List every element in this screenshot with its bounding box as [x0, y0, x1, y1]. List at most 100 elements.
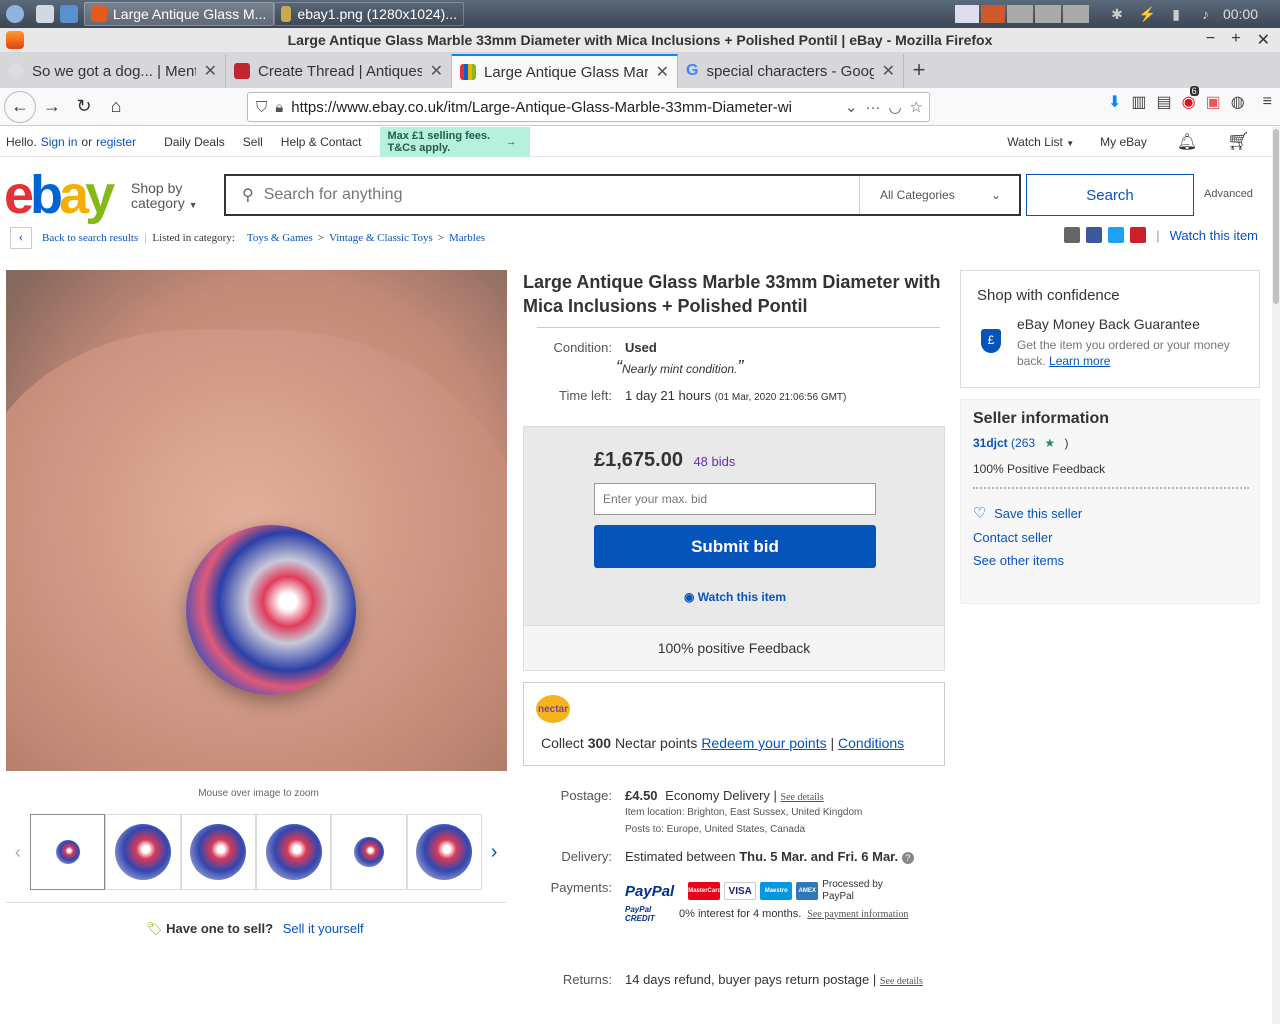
- close-icon[interactable]: ✕: [1257, 30, 1270, 50]
- power-icon[interactable]: ⚡: [1139, 6, 1156, 23]
- taskbar-task-firefox[interactable]: Large Antique Glass M...: [84, 2, 274, 26]
- taskbar-task-image[interactable]: ebay1.png (1280x1024)...: [274, 2, 464, 26]
- see-other-items-link[interactable]: See other items: [973, 553, 1064, 568]
- back-arrow-icon[interactable]: ‹: [10, 227, 32, 249]
- opera-addon-icon[interactable]: ◉ 6: [1182, 86, 1199, 112]
- chevron-down-icon[interactable]: ⌄: [845, 98, 858, 116]
- thumbnail[interactable]: [29, 814, 106, 890]
- crumb-toys[interactable]: Toys & Games: [247, 232, 313, 244]
- tab-ebay[interactable]: Large Antique Glass Marl ✕: [452, 54, 678, 88]
- email-share-icon[interactable]: [1064, 227, 1081, 243]
- daily-deals-link[interactable]: Daily Deals: [164, 135, 225, 149]
- thumb-prev-icon[interactable]: ‹: [6, 842, 30, 863]
- register-link[interactable]: register: [96, 135, 136, 149]
- back-to-search-link[interactable]: Back to search results: [42, 232, 138, 244]
- signin-link[interactable]: Sign in: [41, 135, 78, 149]
- tab-close-icon[interactable]: ✕: [882, 61, 895, 81]
- account-icon[interactable]: ◍: [1231, 92, 1245, 112]
- workspace-thumb[interactable]: [1035, 5, 1062, 23]
- feedback-score-link[interactable]: (263: [1011, 436, 1035, 450]
- postage-details-link[interactable]: See details: [781, 792, 824, 803]
- menu-button[interactable]: [0, 1, 30, 27]
- save-seller-button[interactable]: ♡ Save this seller: [973, 504, 1082, 522]
- network-icon[interactable]: ▮: [1172, 6, 1180, 23]
- contact-seller-link[interactable]: Contact seller: [973, 530, 1052, 545]
- thumb-next-icon[interactable]: ›: [482, 841, 506, 864]
- watch-item-link[interactable]: Watch this item: [1170, 228, 1258, 243]
- page-scrollbar[interactable]: [1272, 127, 1280, 1024]
- library-icon[interactable]: ▥: [1131, 92, 1146, 112]
- workspace-thumb[interactable]: [981, 5, 1006, 23]
- minimize-icon[interactable]: −: [1206, 30, 1215, 50]
- tab-google[interactable]: Gspecial characters - Goog ✕: [678, 54, 904, 88]
- pinterest-icon[interactable]: [1130, 227, 1147, 243]
- workspace-thumb[interactable]: [1007, 5, 1034, 23]
- desktop-icon[interactable]: [60, 5, 78, 23]
- tab-dog[interactable]: So we got a dog... | Ment ✕: [0, 54, 226, 88]
- file-manager-icon[interactable]: [36, 5, 54, 23]
- ebay-logo[interactable]: ebay: [4, 165, 115, 225]
- save-to-pocket-icon[interactable]: ▣: [1206, 92, 1221, 112]
- bids-link[interactable]: 48 bids: [693, 454, 735, 469]
- help-icon[interactable]: ?: [901, 852, 914, 864]
- search-button[interactable]: Search: [1026, 174, 1194, 216]
- search-input[interactable]: Search for anything: [264, 186, 859, 204]
- promo-banner[interactable]: Max £1 selling fees. T&Cs apply. →: [379, 127, 530, 157]
- new-tab-button[interactable]: +: [904, 54, 934, 88]
- bluetooth-icon[interactable]: ✱: [1111, 6, 1123, 23]
- home-button[interactable]: ⌂: [100, 91, 132, 123]
- facebook-icon[interactable]: [1086, 227, 1103, 243]
- shield-icon[interactable]: ⛉: [256, 99, 267, 116]
- sell-it-yourself-link[interactable]: Sell it yourself: [283, 921, 364, 936]
- reload-button[interactable]: ↻: [68, 91, 100, 123]
- clock[interactable]: 00:00: [1223, 6, 1258, 22]
- tab-close-icon[interactable]: ✕: [656, 62, 669, 82]
- twitter-icon[interactable]: [1108, 227, 1125, 243]
- workspace-thumb[interactable]: [955, 5, 980, 23]
- thumbnail[interactable]: [331, 814, 407, 890]
- advanced-search-link[interactable]: Advanced: [1204, 188, 1253, 200]
- tab-create-thread[interactable]: Create Thread | Antiques ✕: [226, 54, 452, 88]
- sell-link[interactable]: Sell: [243, 135, 263, 149]
- volume-icon[interactable]: ♪: [1202, 6, 1209, 22]
- bell-icon[interactable]: 🔔︎: [1177, 132, 1197, 152]
- crumb-vintage[interactable]: Vintage & Classic Toys: [329, 232, 433, 244]
- category-select[interactable]: All Categories ⌄: [859, 176, 1019, 214]
- url-bar[interactable]: ⛉ 🔒︎ https://www.ebay.co.uk/itm/Large-An…: [247, 92, 930, 122]
- submit-bid-button[interactable]: Submit bid: [594, 525, 876, 568]
- scroll-thumb[interactable]: [1273, 129, 1279, 304]
- workspace-thumb[interactable]: [1063, 5, 1090, 23]
- thumbnail[interactable]: [105, 814, 181, 890]
- download-icon[interactable]: ⬇: [1108, 92, 1121, 112]
- help-contact-link[interactable]: Help & Contact: [281, 135, 362, 149]
- cart-icon[interactable]: 🛒︎: [1227, 131, 1250, 152]
- seller-name-link[interactable]: 31djct: [973, 436, 1008, 450]
- my-ebay-link[interactable]: My eBay: [1100, 135, 1147, 149]
- watch-item-button[interactable]: ◉ Watch this item: [524, 590, 946, 604]
- forward-button[interactable]: →: [36, 91, 68, 123]
- learn-more-link[interactable]: Learn more: [1049, 354, 1110, 368]
- tab-close-icon[interactable]: ✕: [430, 61, 443, 81]
- payment-info-link[interactable]: See payment information: [807, 909, 908, 920]
- returns-details-link[interactable]: See details: [880, 976, 923, 987]
- bookmark-star-icon[interactable]: ☆: [910, 98, 923, 116]
- page-actions-icon[interactable]: ···: [865, 99, 880, 116]
- main-image[interactable]: [6, 270, 507, 771]
- shop-by-category[interactable]: Shop by category ▼: [131, 181, 198, 213]
- pocket-icon[interactable]: ◡: [888, 98, 901, 116]
- thumbnail[interactable]: [180, 814, 256, 890]
- workspace-switcher[interactable]: [955, 5, 1090, 23]
- lock-icon[interactable]: 🔒︎: [275, 99, 283, 116]
- maximize-icon[interactable]: +: [1231, 30, 1240, 50]
- sidebar-icon[interactable]: ▤: [1156, 92, 1171, 112]
- tab-close-icon[interactable]: ✕: [204, 61, 217, 81]
- max-bid-input[interactable]: Enter your max. bid: [594, 483, 876, 515]
- thumbnail[interactable]: [255, 814, 332, 890]
- menu-icon[interactable]: ≡: [1263, 93, 1272, 111]
- conditions-link[interactable]: Conditions: [838, 735, 904, 751]
- back-button[interactable]: ←: [4, 90, 36, 123]
- url-text[interactable]: https://www.ebay.co.uk/itm/Large-Antique…: [291, 99, 837, 116]
- thumbnail[interactable]: [406, 814, 483, 890]
- watch-list-menu[interactable]: Watch List ▼: [1007, 135, 1074, 149]
- redeem-link[interactable]: Redeem your points: [701, 735, 826, 751]
